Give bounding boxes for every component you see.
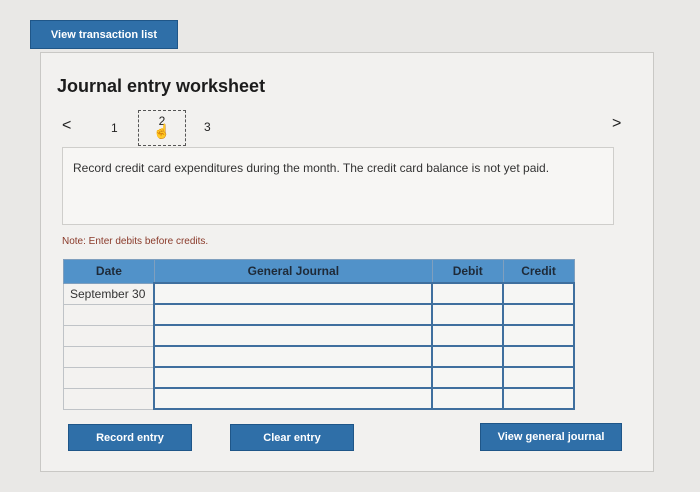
page-3-tab[interactable]: 3 [204,120,211,134]
date-cell[interactable] [63,387,155,410]
debit-input[interactable] [431,387,505,410]
date-cell[interactable] [63,303,155,326]
credit-input[interactable] [502,303,575,326]
next-arrow-icon[interactable]: > [612,115,621,133]
date-cell[interactable] [63,324,155,347]
credit-input[interactable] [502,345,575,368]
account-input[interactable] [153,282,434,305]
clear-entry-button[interactable]: Clear entry [230,424,354,451]
page-1-tab[interactable]: 1 [111,121,118,135]
table-row: September 30 [63,282,575,305]
table-row [63,387,575,410]
view-transaction-list-button[interactable]: View transaction list [30,20,178,49]
account-input[interactable] [153,366,434,389]
record-entry-button[interactable]: Record entry [68,424,192,451]
credit-input[interactable] [502,387,575,410]
date-header: Date [63,259,155,284]
debit-input[interactable] [431,366,505,389]
credit-header: Credit [502,259,575,284]
table-row [63,345,575,368]
page-2-tab[interactable]: 2 ☝ [138,110,186,146]
date-cell[interactable] [63,366,155,389]
credit-input[interactable] [502,282,575,305]
account-input[interactable] [153,387,434,410]
credit-input[interactable] [502,324,575,347]
account-input[interactable] [153,303,434,326]
entry-note: Note: Enter debits before credits. [62,236,209,247]
debit-header: Debit [431,259,504,284]
journal-table: Date General Journal Debit Credit Septem… [63,259,575,410]
debit-input[interactable] [431,324,505,347]
table-row [63,366,575,389]
worksheet-title: Journal entry worksheet [57,76,266,96]
date-cell[interactable] [63,345,155,368]
general-journal-header: General Journal [153,259,433,284]
debit-input[interactable] [431,282,505,305]
debit-input[interactable] [431,303,505,326]
table-row [63,303,575,326]
account-input[interactable] [153,324,434,347]
prev-arrow-icon[interactable]: < [62,117,71,135]
credit-input[interactable] [502,366,575,389]
hand-pointer-icon: ☝ [153,123,171,139]
account-input[interactable] [153,345,434,368]
date-cell[interactable]: September 30 [63,282,155,305]
transaction-description: Record credit card expenditures during t… [62,147,614,225]
view-general-journal-button[interactable]: View general journal [480,423,622,451]
debit-input[interactable] [431,345,505,368]
table-row [63,324,575,347]
